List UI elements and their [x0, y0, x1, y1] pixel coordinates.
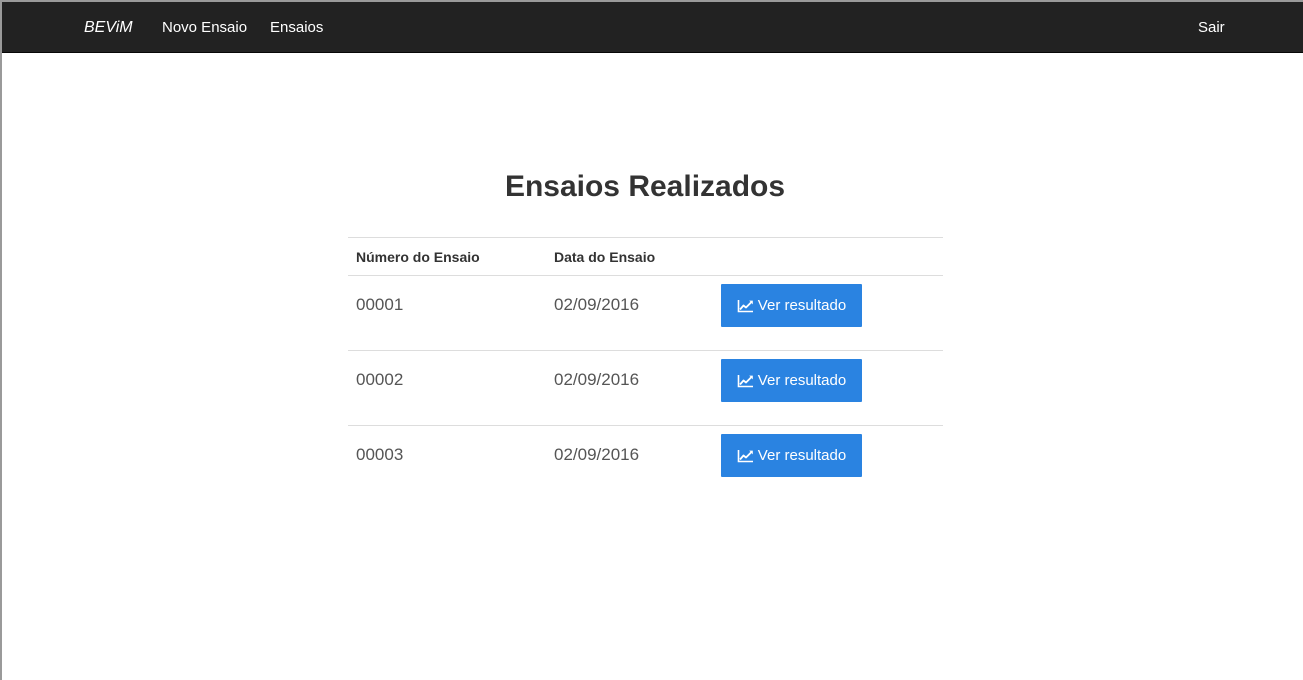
brand-link[interactable]: BEViM: [84, 2, 133, 53]
line-chart-icon: [737, 449, 754, 463]
column-header-data: Data do Ensaio: [554, 249, 656, 265]
table-row: 00003 02/09/2016 Ver resultado: [348, 425, 943, 500]
ensaio-date: 02/09/2016: [554, 295, 640, 314]
line-chart-icon: [737, 374, 754, 388]
view-result-label: Ver resultado: [757, 297, 847, 314]
ensaios-table: Número do Ensaio Data do Ensaio 00001 02…: [348, 237, 943, 500]
table-row: 00002 02/09/2016 Ver resultado: [348, 350, 943, 425]
view-result-label: Ver resultado: [757, 447, 847, 464]
view-result-label: Ver resultado: [757, 372, 847, 389]
nav-item-novo-ensaio[interactable]: Novo Ensaio: [162, 2, 247, 53]
page-title: Ensaios Realizados: [504, 170, 786, 203]
nav-item-ensaios[interactable]: Ensaios: [270, 2, 323, 53]
view-result-button[interactable]: Ver resultado: [721, 284, 862, 327]
ensaio-number: 00001: [356, 295, 404, 314]
view-result-button[interactable]: Ver resultado: [721, 434, 862, 477]
line-chart-icon: [737, 299, 754, 313]
ensaio-number: 00003: [356, 445, 404, 464]
top-navbar: BEViM Novo Ensaio Ensaios Sair: [2, 2, 1303, 53]
view-result-button[interactable]: Ver resultado: [721, 359, 862, 402]
ensaio-date: 02/09/2016: [554, 370, 640, 389]
table-header-row: Número do Ensaio Data do Ensaio: [348, 237, 943, 275]
ensaio-date: 02/09/2016: [554, 445, 640, 464]
column-header-numero: Número do Ensaio: [356, 249, 480, 265]
ensaio-number: 00002: [356, 370, 404, 389]
logout-link[interactable]: Sair: [1198, 2, 1225, 53]
table-row: 00001 02/09/2016 Ver resultado: [348, 275, 943, 350]
